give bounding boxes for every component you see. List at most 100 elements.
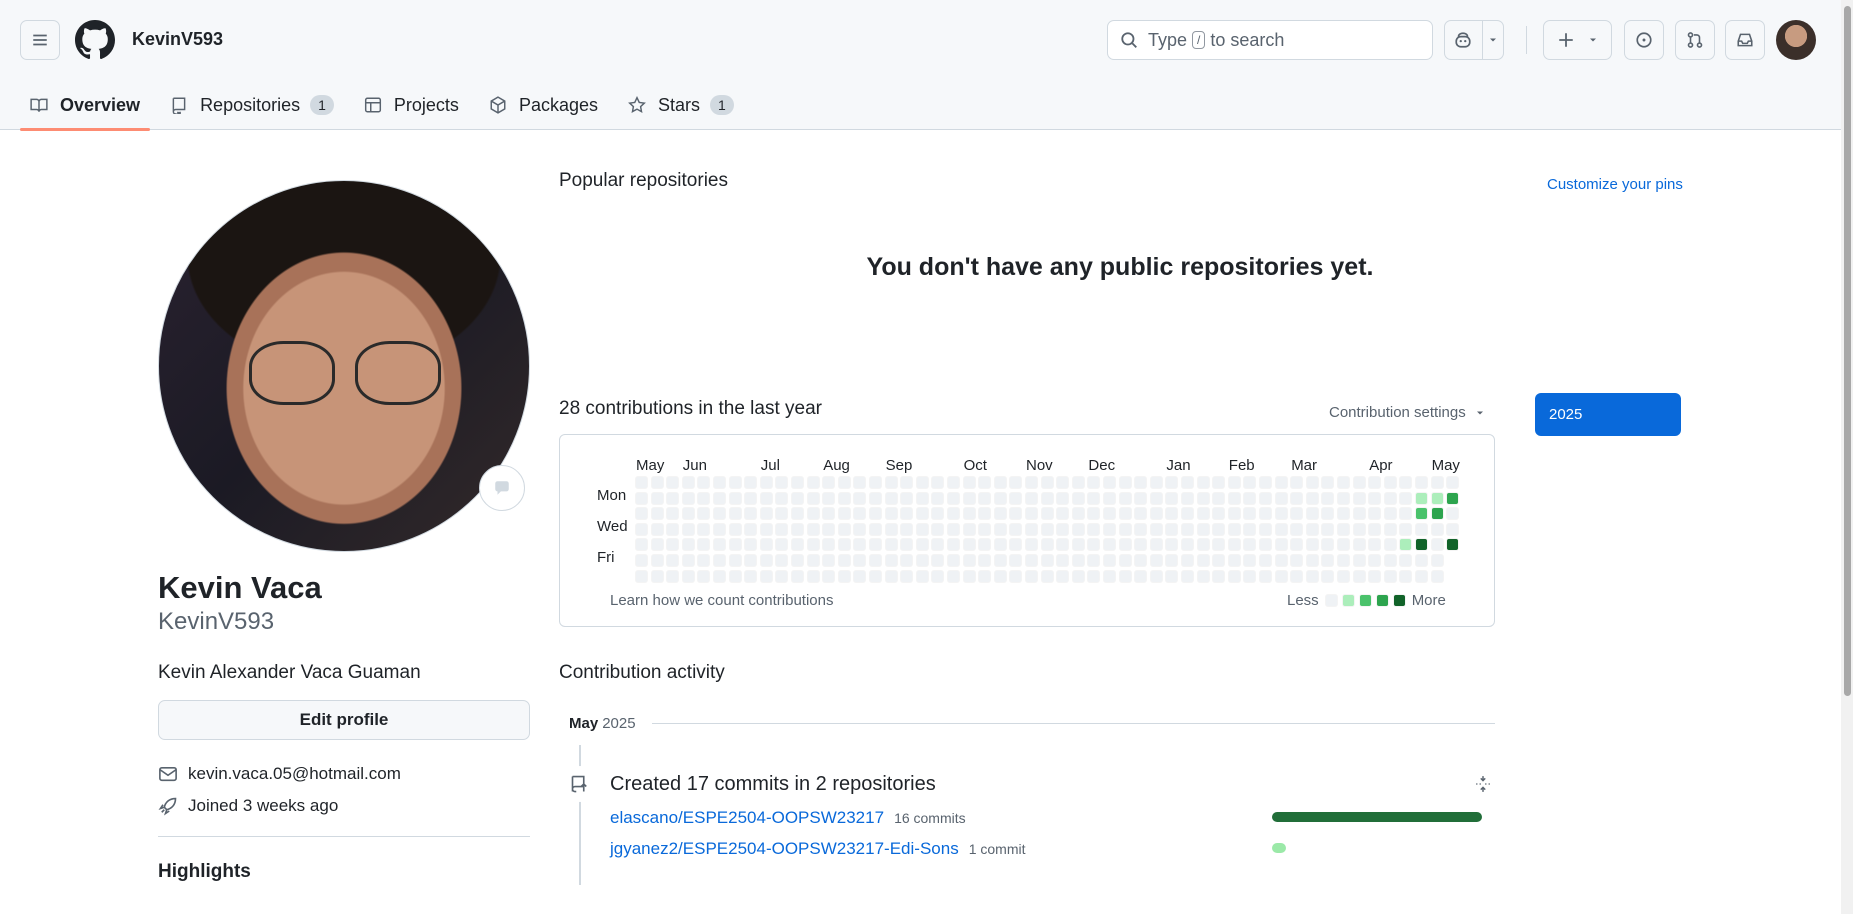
- contribution-day[interactable]: [869, 522, 882, 536]
- contribution-day[interactable]: [635, 554, 648, 567]
- contribution-day[interactable]: [1056, 491, 1070, 505]
- contribution-day[interactable]: [884, 476, 898, 489]
- contribution-day[interactable]: [1196, 491, 1210, 505]
- contribution-day[interactable]: [713, 554, 726, 567]
- contribution-day[interactable]: [1181, 476, 1194, 489]
- issues-button[interactable]: [1624, 20, 1664, 60]
- contribution-day[interactable]: [1165, 507, 1179, 521]
- customize-pins-link[interactable]: Customize your pins: [1547, 176, 1683, 193]
- contribution-day[interactable]: [1009, 491, 1023, 505]
- contribution-day[interactable]: [697, 554, 711, 567]
- contribution-day[interactable]: [1134, 507, 1148, 521]
- contribution-day[interactable]: [884, 522, 898, 536]
- contribution-day[interactable]: [1259, 538, 1272, 552]
- contribution-day[interactable]: [1337, 538, 1350, 552]
- contribution-day[interactable]: [900, 507, 914, 521]
- contribution-day[interactable]: [1446, 538, 1460, 552]
- contribution-day[interactable]: [993, 538, 1007, 552]
- contribution-day[interactable]: [650, 476, 664, 489]
- contribution-day[interactable]: [978, 538, 992, 552]
- contribution-day[interactable]: [884, 554, 898, 567]
- contribution-day[interactable]: [1321, 554, 1335, 567]
- contribution-day[interactable]: [744, 476, 758, 489]
- contribution-day[interactable]: [1103, 476, 1116, 489]
- contribution-day[interactable]: [1103, 569, 1116, 583]
- contribution-day[interactable]: [1399, 554, 1413, 567]
- contribution-day[interactable]: [1056, 476, 1070, 489]
- contribution-day[interactable]: [1259, 522, 1272, 536]
- contribution-day[interactable]: [1227, 507, 1241, 521]
- contribution-day[interactable]: [744, 491, 758, 505]
- contribution-day[interactable]: [1103, 491, 1116, 505]
- contribution-day[interactable]: [775, 569, 789, 583]
- contribution-day[interactable]: [993, 522, 1007, 536]
- tab-projects[interactable]: Projects: [354, 80, 469, 130]
- contribution-day[interactable]: [1337, 522, 1350, 536]
- contribution-day[interactable]: [1009, 507, 1023, 521]
- contribution-day[interactable]: [915, 507, 929, 521]
- contribution-day[interactable]: [775, 491, 789, 505]
- create-new-button[interactable]: [1543, 20, 1612, 60]
- contribution-day[interactable]: [1305, 538, 1319, 552]
- contribution-day[interactable]: [1337, 569, 1350, 583]
- contribution-day[interactable]: [791, 522, 804, 536]
- contribution-day[interactable]: [1383, 522, 1397, 536]
- contribution-day[interactable]: [1274, 491, 1288, 505]
- context-username[interactable]: KevinV593: [132, 29, 223, 50]
- contribution-day[interactable]: [666, 569, 680, 583]
- contribution-day[interactable]: [1227, 522, 1241, 536]
- contribution-day[interactable]: [1134, 569, 1148, 583]
- contribution-day[interactable]: [837, 507, 851, 521]
- contribution-day[interactable]: [1196, 538, 1210, 552]
- contribution-day[interactable]: [1196, 554, 1210, 567]
- contribution-day[interactable]: [915, 538, 929, 552]
- contribution-day[interactable]: [1087, 507, 1101, 521]
- contribution-day[interactable]: [1087, 476, 1101, 489]
- contribution-day[interactable]: [1243, 538, 1257, 552]
- github-logo-icon[interactable]: [75, 20, 115, 60]
- contribution-day[interactable]: [666, 538, 680, 552]
- contribution-day[interactable]: [1305, 491, 1319, 505]
- contribution-day[interactable]: [947, 476, 960, 489]
- contribution-day[interactable]: [1368, 538, 1382, 552]
- tab-repositories[interactable]: Repositories 1: [160, 80, 344, 130]
- contribution-day[interactable]: [759, 491, 773, 505]
- contribution-day[interactable]: [993, 569, 1007, 583]
- contribution-day[interactable]: [1430, 491, 1444, 505]
- contribution-day[interactable]: [1430, 507, 1444, 521]
- copilot-dropdown[interactable]: [1481, 21, 1503, 59]
- contribution-day[interactable]: [713, 491, 726, 505]
- contribution-day[interactable]: [697, 569, 711, 583]
- contribution-day[interactable]: [853, 554, 867, 567]
- contribution-day[interactable]: [931, 491, 945, 505]
- scrollbar-thumb[interactable]: [1844, 6, 1851, 696]
- contribution-day[interactable]: [681, 507, 695, 521]
- contribution-day[interactable]: [947, 522, 960, 536]
- contribution-day[interactable]: [962, 476, 976, 489]
- contribution-day[interactable]: [713, 476, 726, 489]
- contribution-day[interactable]: [1103, 507, 1116, 521]
- contribution-day[interactable]: [1243, 491, 1257, 505]
- contribution-day[interactable]: [744, 554, 758, 567]
- contribution-day[interactable]: [1134, 476, 1148, 489]
- contribution-day[interactable]: [650, 522, 664, 536]
- contribution-day[interactable]: [1430, 522, 1444, 536]
- contribution-day[interactable]: [1040, 491, 1054, 505]
- contribution-day[interactable]: [1040, 538, 1054, 552]
- contribution-day[interactable]: [1118, 554, 1132, 567]
- contribution-day[interactable]: [1040, 476, 1054, 489]
- contribution-day[interactable]: [1056, 538, 1070, 552]
- contribution-day[interactable]: [915, 491, 929, 505]
- contribution-day[interactable]: [947, 554, 960, 567]
- contribution-day[interactable]: [1149, 522, 1163, 536]
- contribution-day[interactable]: [1290, 522, 1304, 536]
- contribution-day[interactable]: [1212, 507, 1226, 521]
- contribution-day[interactable]: [1415, 538, 1428, 552]
- contribution-day[interactable]: [1243, 554, 1257, 567]
- contribution-day[interactable]: [650, 569, 664, 583]
- contribution-day[interactable]: [822, 538, 836, 552]
- contribution-day[interactable]: [900, 522, 914, 536]
- contribution-day[interactable]: [1165, 522, 1179, 536]
- create-new-main[interactable]: [1544, 21, 1611, 59]
- contribution-day[interactable]: [681, 569, 695, 583]
